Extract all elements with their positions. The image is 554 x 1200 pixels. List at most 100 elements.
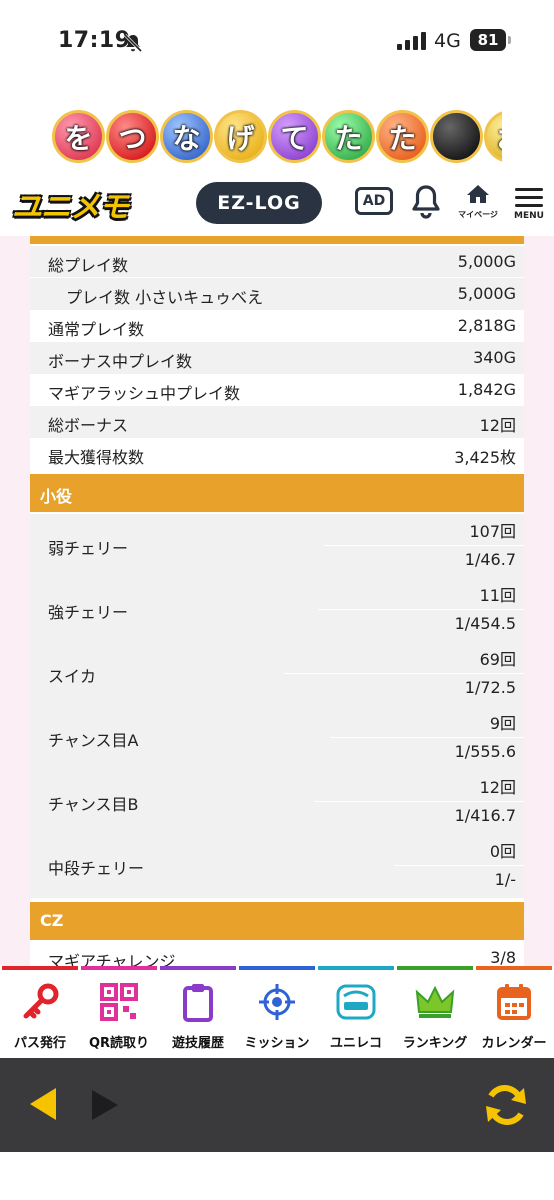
row-label: ボーナス中プレイ数 — [48, 352, 193, 371]
content-area[interactable]: 総プレイ数 5,000G プレイ数 小さいキュゥべえ 5,000G 通常プレイ数… — [0, 236, 554, 966]
tab-label: ユニレコ — [329, 1036, 382, 1051]
menu-label: MENU — [514, 211, 544, 221]
section-header-cz: CZ — [30, 902, 524, 940]
tab-label: ミッション — [244, 1036, 310, 1051]
browser-toolbar — [0, 1058, 554, 1152]
row-label: 最大獲得枚数 — [48, 448, 145, 467]
tab-unireco[interactable]: ユニレコ — [318, 966, 394, 1058]
status-time: 17:19 — [58, 28, 131, 53]
tab-color-bar — [397, 966, 473, 970]
tab-ranking[interactable]: ランキング — [397, 966, 473, 1058]
section-title: CZ — [40, 911, 64, 930]
row-value: 3,425枚 — [454, 448, 516, 467]
row-value: 340G — [473, 348, 516, 367]
row-divider — [314, 801, 524, 802]
network-type: 4G — [434, 30, 461, 52]
menu-button[interactable]: MENU — [512, 188, 546, 221]
notification-bell-icon[interactable] — [410, 184, 442, 220]
row-value: 1,842G — [457, 380, 516, 399]
row-label: 弱チェリー — [48, 539, 129, 558]
ad-button[interactable]: AD — [355, 187, 393, 215]
row-label: スイカ — [48, 667, 97, 686]
battery-icon: 81 — [470, 29, 506, 51]
banner-ball: て — [268, 110, 321, 163]
row-ratio: 1/555.6 — [454, 742, 516, 761]
summary-row: 最大獲得枚数 3,425枚 — [30, 438, 524, 470]
status-bar: 17:19 4G 81 — [0, 0, 554, 84]
row-divider — [324, 545, 524, 546]
promo-banner[interactable]: を つ な げ て た た お — [52, 106, 502, 168]
koyaku-row: 中段チェリー 0回 1/- — [30, 834, 524, 898]
reload-icon[interactable] — [480, 1082, 532, 1128]
app-header: ユニメモ EZ-LOG AD マイページ MENU — [0, 172, 554, 236]
section-header-edge — [30, 236, 524, 244]
banner-ball — [430, 110, 483, 163]
home-icon — [467, 185, 489, 203]
summary-row: ボーナス中プレイ数 340G — [30, 342, 524, 374]
row-label: 強チェリー — [48, 603, 129, 622]
banner-ball: た — [376, 110, 429, 163]
mypage-label: マイページ — [458, 210, 498, 219]
tab-calendar[interactable]: カレンダー — [476, 966, 552, 1058]
back-arrow-icon[interactable] — [28, 1086, 58, 1122]
row-label: 中段チェリー — [48, 859, 145, 878]
unimemo-logo[interactable]: ユニメモ — [12, 182, 129, 226]
row-count: 0回 — [489, 842, 516, 861]
banner-ball: な — [160, 110, 213, 163]
row-label: チャンス目B — [48, 795, 139, 814]
home-indicator-area — [0, 1152, 554, 1200]
tab-mission[interactable]: ミッション — [239, 966, 315, 1058]
koyaku-row: チャンス目B 12回 1/416.7 — [30, 770, 524, 834]
cz-row: マギアチャレンジ 3/8 — [30, 942, 524, 966]
row-value: 3/8 — [490, 948, 516, 966]
hamburger-icon — [515, 188, 543, 191]
key-icon — [23, 983, 59, 1019]
row-divider — [284, 673, 524, 674]
koyaku-row: 強チェリー 11回 1/454.5 — [30, 578, 524, 642]
banner-ball: お — [484, 110, 502, 163]
tab-color-bar — [160, 966, 236, 970]
section-title: 小役 — [40, 487, 73, 506]
row-value: 5,000G — [457, 284, 516, 303]
ezlog-button[interactable]: EZ-LOG — [196, 182, 322, 224]
banner-ball: を — [52, 110, 105, 163]
row-ratio: 1/- — [494, 870, 516, 889]
row-value: 2,818G — [457, 316, 516, 335]
row-divider — [318, 609, 524, 610]
row-label: マギアラッシュ中プレイ数 — [48, 384, 241, 403]
row-ratio: 1/454.5 — [454, 614, 516, 633]
row-count: 11回 — [479, 586, 516, 605]
row-count: 69回 — [479, 650, 516, 669]
koyaku-row: スイカ 69回 1/72.5 — [30, 642, 524, 706]
banner-ball: た — [322, 110, 375, 163]
banner-ball: げ — [214, 110, 267, 163]
row-value: 12回 — [479, 416, 516, 435]
koyaku-row: チャンス目A 9回 1/555.6 — [30, 706, 524, 770]
bottom-tab-bar: パス発行 QR読取り 遊技履歴 ミッション ユニレコ ランキング カレンダー — [0, 966, 554, 1058]
tab-play-history[interactable]: 遊技履歴 — [160, 966, 236, 1058]
row-label: 総プレイ数 — [48, 256, 129, 275]
battery-tip — [508, 36, 511, 44]
row-divider — [330, 737, 524, 738]
row-divider — [394, 865, 524, 866]
forward-arrow-icon[interactable] — [90, 1088, 120, 1122]
hamburger-bar — [515, 204, 543, 207]
crown-icon — [415, 985, 455, 1018]
tab-qr-read[interactable]: QR読取り — [81, 966, 157, 1058]
crosshair-icon — [259, 984, 295, 1020]
summary-row: 総プレイ数 5,000G — [30, 246, 524, 278]
unireco-icon — [336, 984, 376, 1020]
mypage-button[interactable]: マイページ — [458, 184, 498, 220]
tab-label: パス発行 — [13, 1036, 66, 1051]
data-panel: 総プレイ数 5,000G プレイ数 小さいキュゥべえ 5,000G 通常プレイ数… — [30, 236, 524, 966]
row-value: 5,000G — [457, 252, 516, 271]
clipboard-icon — [183, 984, 213, 1022]
tab-color-bar — [476, 966, 552, 970]
section-header-koyaku: 小役 — [30, 474, 524, 512]
row-label: マギアチャレンジ — [48, 952, 176, 966]
tab-label: ランキング — [402, 1036, 468, 1051]
row-label: プレイ数 小さいキュゥべえ — [66, 288, 264, 307]
silent-bell-icon — [123, 33, 143, 53]
tab-pass-issue[interactable]: パス発行 — [2, 966, 78, 1058]
summary-row: 総ボーナス 12回 — [30, 406, 524, 438]
